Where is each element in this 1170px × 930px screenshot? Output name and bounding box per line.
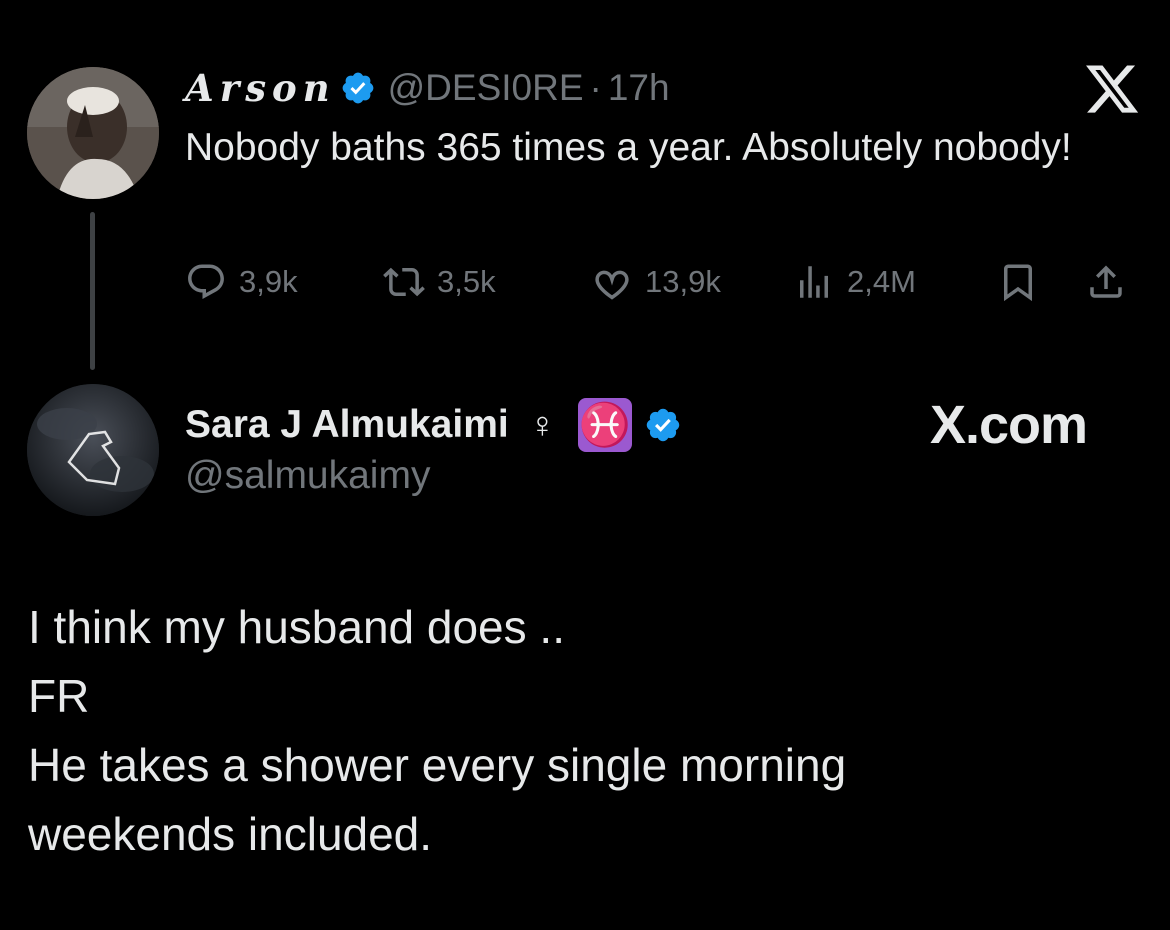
timestamp[interactable]: 17h [608,67,670,109]
like-count: 13,9k [645,264,721,299]
handle[interactable]: @salmukaimy [185,454,430,498]
xcom-watermark: X.com [930,395,1088,455]
display-name[interactable]: Sara J Almukaimi [185,403,509,447]
tweet-header: Arson @DESI0RE · 17h [185,62,670,114]
reply-text: I think my husband does .. FR He takes a… [28,593,1128,869]
handle[interactable]: @DESI0RE [388,67,584,109]
retweet-icon [383,267,425,297]
avatar-image [27,384,159,516]
reply-icon [188,264,224,299]
verified-badge-icon [340,70,376,106]
reply-line: I think my husband does .. [28,601,565,653]
tweet-actions: 3,9k 3,5k 13,9k 2,4M [185,252,1145,312]
bookmark-button[interactable] [997,252,1039,312]
bookmark-icon [1004,264,1032,302]
reply-button[interactable]: 3,9k [185,252,298,312]
view-count: 2,4M [847,264,916,299]
tweet-text: Nobody baths 365 times a year. Absolutel… [185,126,1072,169]
avatar-arson[interactable] [27,67,159,199]
share-button[interactable] [1085,252,1127,312]
avatar-sara[interactable] [27,384,159,516]
like-button[interactable]: 13,9k [591,252,721,312]
views-chart-icon [800,266,828,298]
female-symbol-icon: ♀ [528,404,556,445]
retweet-button[interactable]: 3,5k [383,252,496,312]
display-name[interactable]: Arson [185,66,336,110]
reply-header: Sara J Almukaimi ♀ ♓ [185,398,682,452]
share-icon [1090,265,1122,298]
retweet-count: 3,5k [437,264,496,299]
reply-line: weekends included. [28,808,433,860]
views-button[interactable]: 2,4M [793,252,916,312]
verified-badge-icon [644,406,682,444]
pisces-icon: ♓ [577,398,632,452]
avatar-image [27,67,159,199]
reply-line: He takes a shower every single morning [28,739,847,791]
x-logo-icon[interactable] [1083,60,1141,118]
thread-connector [90,212,95,370]
reply-count: 3,9k [239,264,298,299]
reply-line: FR [28,670,90,722]
heart-icon [595,270,629,300]
separator-dot: · [589,67,602,108]
